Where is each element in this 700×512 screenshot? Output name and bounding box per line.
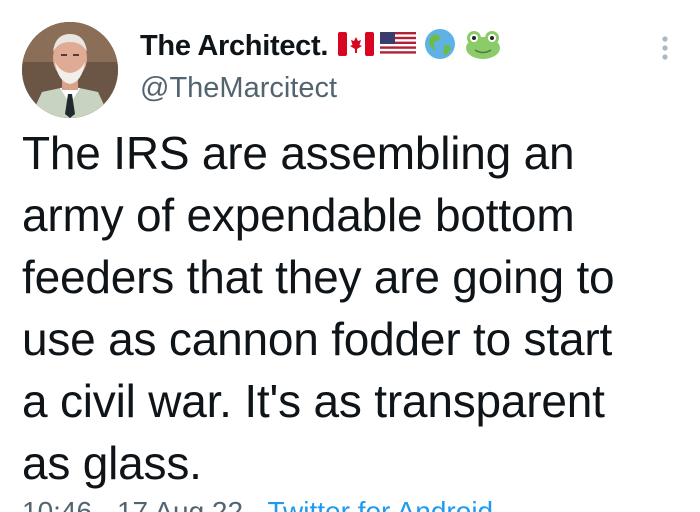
avatar-image <box>22 22 118 118</box>
tweet-text-line: The IRS are assembling an <box>22 127 575 179</box>
name-row: The Architect. <box>140 26 502 66</box>
avatar[interactable] <box>22 22 118 118</box>
display-name[interactable]: The Architect. <box>140 30 328 63</box>
tweet-text-line: a civil war. It's as transparent <box>22 375 605 427</box>
tweet-text-line: use as cannon fodder to start <box>22 313 613 365</box>
tweet-text-line: feeders that they are going to <box>22 251 615 303</box>
user-handle[interactable]: @TheMarcitect <box>140 72 337 105</box>
tweet-text-line: as glass. <box>22 437 202 489</box>
tweet-text: The IRS are assembling an army of expend… <box>22 122 682 494</box>
usa-flag-icon <box>380 31 417 62</box>
more-options-icon[interactable] <box>655 34 675 64</box>
canada-flag-icon <box>338 31 375 62</box>
tweet-meta: 10:46 · 17 Aug 22 · Twitter for Android <box>22 496 493 512</box>
globe-icon <box>424 28 456 65</box>
tweet-timestamp[interactable]: 10:46 · 17 Aug 22 · <box>22 496 260 512</box>
tweet-card: The Architect. @TheMarcitect The IRS are… <box>0 0 700 512</box>
tweet-text-line: army of expendable bottom <box>22 189 575 241</box>
frog-icon <box>464 28 502 65</box>
tweet-source-link[interactable]: Twitter for Android <box>267 496 493 512</box>
